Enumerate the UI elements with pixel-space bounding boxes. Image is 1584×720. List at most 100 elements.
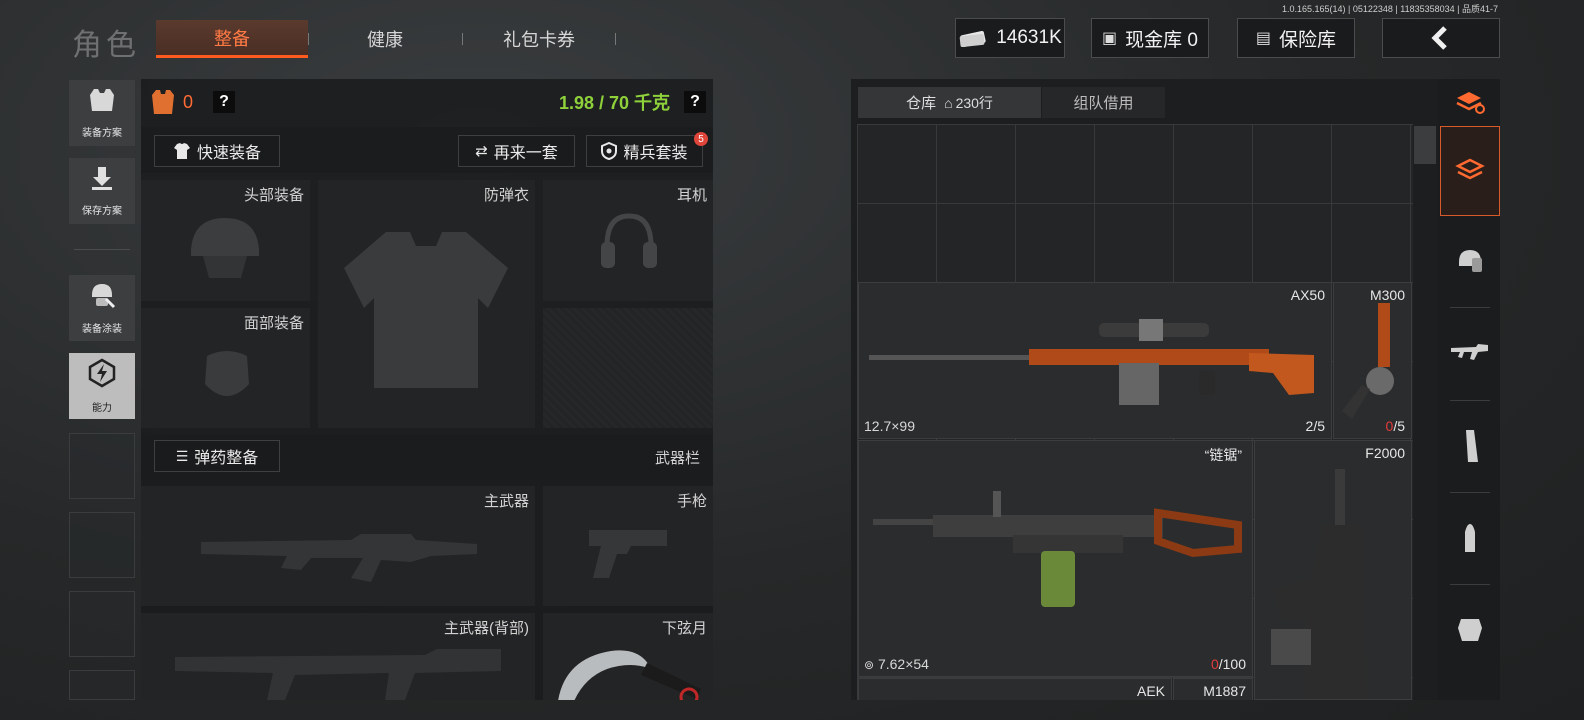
slot-label: 主武器(背部) (444, 620, 529, 637)
safe-vault-button[interactable]: ▤ 保险库 (1237, 18, 1355, 58)
slot-label: 防弹衣 (483, 187, 529, 204)
revolver-image (1342, 303, 1394, 419)
armor-plate-icon[interactable] (1440, 585, 1500, 675)
shirt-icon (173, 143, 190, 159)
slot-pistol[interactable]: 手枪 (543, 486, 713, 606)
slot-label: 手枪 (676, 493, 707, 510)
armor-icon (152, 90, 174, 114)
ammo-equip-button[interactable]: ☰ 弹药整备 (154, 440, 280, 472)
back-button[interactable] (1382, 18, 1500, 58)
pistol-silhouette-icon (589, 530, 667, 578)
sidebar-item-save-plan[interactable]: 保存方案 (69, 158, 135, 224)
weight-value: 1.98 / 70 千克 (558, 93, 670, 113)
warehouse-scrollbar[interactable] (1414, 126, 1436, 164)
slot-primary-weapon-back[interactable]: 主武器(背部) (141, 613, 535, 700)
slot-vest[interactable]: 防弹衣 (318, 180, 535, 428)
slot-melee[interactable]: 下弦月 (543, 613, 713, 700)
sidebar-item-ability[interactable]: 能力 (69, 353, 135, 419)
currency-value: 14631K (996, 27, 1062, 48)
sidebar-empty-slot (69, 433, 135, 499)
karambit-icon (558, 650, 701, 700)
refresh-icon: ⇄ (475, 143, 488, 160)
elite-kit-button[interactable]: 精兵套装 (586, 135, 703, 167)
warehouse-rows: 230行 (955, 94, 993, 111)
ammo-list-icon: ☰ (175, 447, 189, 464)
back-arrow-icon (1431, 26, 1447, 50)
helmet-silhouette-icon (191, 218, 259, 278)
page-title: 角色 (72, 28, 140, 63)
item-count: 0/100 (1210, 656, 1246, 672)
tab-gift-cards[interactable]: 礼包卡券 (463, 20, 615, 58)
backpack-icon[interactable] (1440, 126, 1500, 216)
tab-warehouse[interactable]: 仓库 ⌂ 230行 (858, 87, 1041, 118)
top-bar: 1.0.165.165(14) | 05122348 | 11835358034… (0, 0, 1584, 72)
slot-empty-extra[interactable] (543, 308, 713, 428)
item-name: M1887 (1203, 683, 1246, 699)
quick-equip-button[interactable]: 快速装备 (154, 135, 280, 167)
tab-loadout[interactable]: 整备 (156, 20, 308, 58)
slot-label: 面部装备 (243, 315, 304, 332)
warehouse-tab-label: 仓库 (906, 95, 937, 112)
item-f2000[interactable]: F2000 (1254, 440, 1412, 700)
vest-icon (88, 87, 116, 120)
warehouse-grid[interactable]: AX50 12.7×99 2/5 M300 0/5 “链锯” ⊚ 7.62×54… (857, 124, 1413, 700)
elite-kit-badge: 5 (694, 132, 708, 146)
ability-icon (87, 358, 117, 395)
headset-silhouette-icon (601, 213, 657, 268)
slot-label: 头部装备 (243, 187, 304, 204)
ammo-icon[interactable] (1440, 493, 1500, 583)
rifle-silhouette-icon (201, 534, 477, 582)
armor-count: 0 (183, 91, 194, 112)
build-info: 1.0.165.165(14) | 05122348 | 11835358034… (1281, 4, 1498, 14)
bullpup-rifle-image (1271, 469, 1367, 699)
rifle-icon[interactable] (1440, 308, 1500, 398)
again-button[interactable]: ⇄ 再来一套 (458, 135, 575, 167)
cash-vault-button[interactable]: ▣ 现金库 0 (1091, 18, 1209, 58)
mask-silhouette-icon (205, 351, 249, 396)
item-name: M300 (1369, 287, 1405, 303)
weight-help-icon[interactable]: ? (684, 91, 706, 113)
vest-silhouette-icon (344, 232, 508, 388)
sidebar-divider (74, 249, 130, 250)
slot-head[interactable]: 头部装备 (141, 180, 310, 301)
shield-icon (601, 142, 618, 160)
sidebar-empty-slot (69, 512, 135, 578)
sniper-rifle-image (869, 319, 1314, 405)
tab-divider (615, 33, 616, 45)
item-name: AX50 (1290, 287, 1325, 303)
cash-vault-label: 现金库 0 (1125, 29, 1198, 51)
slot-primary-weapon[interactable]: 主武器 (141, 486, 535, 606)
slot-face[interactable]: 面部装备 (141, 308, 310, 428)
sidebar-item-loadout-plan[interactable]: 装备方案 (69, 80, 135, 146)
helmet-paint-icon (88, 281, 116, 316)
sidebar-item-label: 能力 (92, 403, 112, 414)
sidebar-item-skin[interactable]: 装备涂装 (69, 275, 135, 341)
cash-icon (959, 31, 986, 47)
sidebar-item-label: 保存方案 (82, 206, 122, 217)
slot-earphone[interactable]: 耳机 (543, 180, 713, 301)
item-chainsaw[interactable]: “链锯” ⊚ 7.62×54 0/100 (858, 440, 1253, 677)
helmet-icon[interactable] (1440, 216, 1500, 306)
loadout-status-row: 0 ? 1.98 / 70 千克 ? (151, 86, 706, 118)
home-icon: ⌂ (944, 94, 953, 111)
magazine-icon[interactable] (1440, 401, 1500, 491)
tab-health[interactable]: 健康 (309, 20, 461, 58)
currency-display[interactable]: 14631K (955, 18, 1065, 58)
sidebar-item-label: 装备涂装 (82, 324, 122, 335)
item-name: “链锯” (1204, 447, 1242, 463)
elite-kit-label: 精兵套装 (623, 145, 688, 162)
slot-label: 耳机 (676, 187, 707, 204)
item-aek[interactable]: AEK (858, 678, 1172, 700)
item-ax50[interactable]: AX50 12.7×99 2/5 (858, 282, 1332, 439)
sidebar-empty-slot (69, 670, 135, 700)
item-m300[interactable]: M300 0/5 (1333, 282, 1412, 439)
all-items-icon[interactable] (1440, 79, 1500, 125)
ammo-icon: ⊚ (864, 658, 875, 672)
item-count: 0/5 (1385, 418, 1405, 434)
sidebar-empty-slot (69, 591, 135, 657)
item-name: AEK (1136, 683, 1165, 699)
help-icon[interactable]: ? (213, 91, 236, 113)
item-caliber: 12.7×99 (864, 418, 915, 434)
item-m1887[interactable]: M1887 (1173, 678, 1253, 700)
tab-team-borrow[interactable]: 组队借用 (1042, 87, 1165, 118)
